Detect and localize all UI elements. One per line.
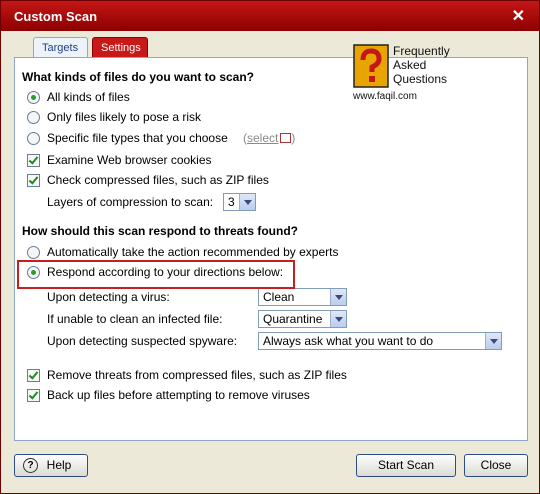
infected-select[interactable]: Quarantine (258, 310, 347, 328)
help-icon: ? (23, 458, 38, 473)
threats-heading: How should this scan respond to threats … (22, 224, 299, 238)
watermark-line2: Asked (393, 58, 427, 72)
watermark-url: www.faqil.com (353, 91, 417, 102)
select-link[interactable]: select (247, 131, 278, 145)
checkbox-label: Back up files before attempting to remov… (47, 388, 310, 402)
radio-label: Specific file types that you choose (47, 131, 228, 145)
checkbox[interactable] (27, 369, 40, 382)
title-bar: Custom Scan ✕ (1, 1, 539, 31)
chevron-down-icon[interactable] (330, 311, 346, 327)
tab-settings[interactable]: Settings (92, 37, 148, 58)
window-title: Custom Scan (14, 9, 98, 24)
radio-button[interactable] (27, 132, 40, 145)
checkbox-label: Remove threats from compressed files, su… (47, 368, 347, 382)
faq-watermark: Frequently Asked Questions www.faqil.com (351, 41, 456, 103)
custom-scan-window: Custom Scan ✕ Targets Settings What kind… (0, 0, 540, 494)
radio-label: Automatically take the action recommende… (47, 245, 339, 259)
close-button[interactable]: Close (464, 454, 528, 477)
highlight-box (17, 260, 295, 289)
spyware-value: Always ask what you want to do (263, 334, 434, 348)
select-link-group[interactable]: (select) (243, 130, 295, 146)
spyware-select[interactable]: Always ask what you want to do (258, 332, 502, 350)
chevron-down-icon[interactable] (485, 333, 501, 349)
radio-label: All kinds of files (47, 90, 130, 104)
close-icon[interactable]: ✕ (512, 6, 525, 26)
checkbox[interactable] (27, 389, 40, 402)
watermark-line3: Questions (393, 72, 448, 86)
radio-label: Only files likely to pose a risk (47, 110, 202, 124)
checkbox[interactable] (27, 174, 40, 187)
infected-value: Quarantine (263, 312, 323, 326)
watermark-line1: Frequently (393, 44, 450, 58)
chevron-down-icon[interactable] (330, 289, 346, 305)
question-mark-logo-icon (353, 44, 389, 88)
virus-label: Upon detecting a virus: (47, 290, 170, 304)
radio-button[interactable] (27, 246, 40, 259)
checkbox-label: Examine Web browser cookies (47, 153, 212, 167)
layers-select[interactable]: 3 (223, 193, 256, 211)
start-scan-button[interactable]: Start Scan (356, 454, 456, 477)
chevron-down-icon[interactable] (239, 194, 255, 210)
virus-select[interactable]: Clean (258, 288, 347, 306)
file-types-heading: What kinds of files do you want to scan? (22, 70, 255, 84)
radio-button[interactable] (27, 111, 40, 124)
help-label: Help (46, 458, 72, 472)
settings-panel: What kinds of files do you want to scan?… (14, 57, 528, 441)
virus-value: Clean (263, 290, 295, 304)
external-link-icon (280, 133, 292, 143)
checkbox[interactable] (27, 154, 40, 167)
help-button[interactable]: ? Help (14, 454, 88, 477)
spyware-label: Upon detecting suspected spyware: (47, 334, 238, 348)
checkbox-label: Check compressed files, such as ZIP file… (47, 173, 269, 187)
layers-value: 3 (228, 195, 235, 209)
layers-label: Layers of compression to scan: (47, 195, 214, 209)
tab-targets[interactable]: Targets (33, 37, 88, 58)
radio-button[interactable] (27, 91, 40, 104)
infected-label: If unable to clean an infected file: (47, 312, 223, 326)
